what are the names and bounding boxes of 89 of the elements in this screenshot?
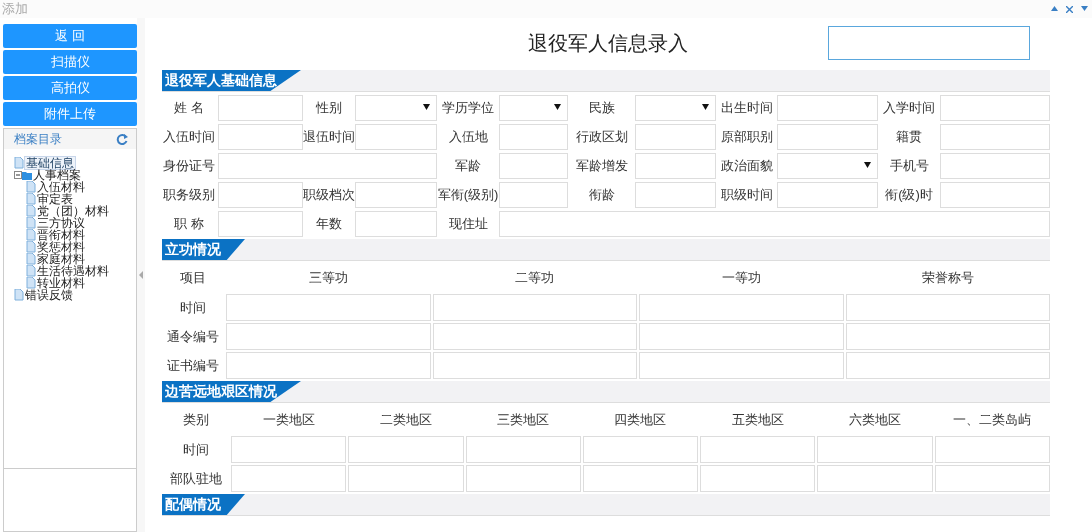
field-label: 行政区划 — [574, 128, 629, 147]
tree-item[interactable]: 错误反馈 — [24, 289, 74, 301]
file-icon — [26, 229, 36, 241]
close-icon[interactable] — [1066, 5, 1073, 13]
field-label: 入伍时间 — [162, 128, 216, 147]
column-header: 一等功 — [720, 268, 762, 287]
file-icon — [26, 193, 36, 205]
column-header: 五类地区 — [730, 410, 785, 429]
field-label: 衔龄 — [587, 186, 616, 205]
field-label: 原部职别 — [719, 128, 774, 147]
tree-item[interactable]: 基础信息 — [24, 156, 76, 170]
field-label: 职务级别 — [162, 186, 216, 205]
field-label: 职级档次 — [305, 186, 353, 205]
field-label: 入学时间 — [882, 99, 936, 118]
select-field[interactable] — [777, 153, 878, 179]
field-label: 入伍地 — [447, 128, 489, 147]
caret-icon[interactable] — [1081, 5, 1088, 11]
form-title: 退役军人信息录入 — [528, 31, 688, 56]
column-header: 荣誉称号 — [920, 268, 975, 287]
dropdown-icon[interactable] — [702, 104, 709, 110]
field-label: 衔(级)时 — [884, 186, 934, 205]
select-field[interactable] — [355, 95, 437, 121]
collapse-icon[interactable] — [1051, 5, 1058, 11]
file-icon — [26, 265, 36, 277]
tree-item[interactable]: 入伍材料 — [36, 181, 86, 193]
column-header: 六类地区 — [848, 410, 903, 429]
tree-item[interactable]: 奖惩材料 — [36, 241, 86, 253]
column-header: 四类地区 — [613, 410, 668, 429]
dropdown-icon[interactable] — [423, 104, 430, 110]
field-label: 学历学位 — [441, 99, 495, 118]
field-label: 身份证号 — [162, 157, 216, 176]
column-header: 三等功 — [307, 268, 349, 287]
select-field[interactable] — [499, 95, 568, 121]
row-label: 通令编号 — [166, 327, 220, 346]
row-label: 证书编号 — [166, 356, 220, 375]
row-label: 时间 — [179, 298, 207, 317]
column-header: 一、二类岛屿 — [952, 410, 1033, 429]
section-title: 立功情况 — [162, 239, 245, 260]
select-field[interactable] — [635, 95, 716, 121]
section-title: 配偶情况 — [162, 494, 245, 515]
tree-item[interactable]: 家庭材料 — [36, 253, 86, 265]
input-field[interactable] — [828, 26, 1030, 60]
field-label: 军龄 — [454, 157, 482, 176]
collapse-arrow-icon[interactable] — [139, 271, 143, 279]
field-label: 政治面貌 — [719, 157, 774, 176]
panel-title: 档案目录 — [14, 131, 62, 148]
grid-header: 类别 — [181, 410, 210, 429]
field-label: 籍贯 — [895, 128, 923, 147]
grid-header: 项目 — [179, 268, 207, 287]
field-label: 年数 — [315, 215, 343, 234]
tree-item[interactable]: 三方协议 — [36, 217, 86, 229]
refresh-icon[interactable] — [116, 133, 128, 145]
file-icon — [26, 205, 36, 217]
row-label: 部队驻地 — [168, 469, 223, 488]
row-label: 时间 — [181, 440, 210, 459]
section-title: 退役军人基础信息 — [162, 70, 301, 91]
file-icon — [26, 253, 36, 265]
column-header: 三类地区 — [496, 410, 551, 429]
field-label: 姓 名 — [173, 99, 205, 118]
field-label: 退伍时间 — [305, 128, 353, 147]
field-label: 军龄增发 — [574, 157, 629, 176]
file-icon — [26, 277, 36, 289]
tree-item[interactable]: 党（团）材料 — [36, 205, 110, 217]
file-icon — [26, 181, 36, 193]
tree-item[interactable]: 生活待遇材料 — [36, 265, 110, 277]
dropdown-icon[interactable] — [554, 104, 561, 110]
tree-item[interactable]: 转业材料 — [36, 277, 86, 289]
tree-item[interactable]: 人事档案 — [32, 169, 82, 181]
file-icon — [14, 289, 24, 301]
section-title: 边苦远地艰区情况 — [162, 381, 301, 402]
field-label: 出生时间 — [719, 99, 774, 118]
tree-item[interactable]: 审定表 — [36, 193, 74, 205]
column-header: 二类地区 — [378, 410, 433, 429]
column-header: 一类地区 — [261, 410, 316, 429]
window-title: 添加 — [2, 0, 28, 18]
field-label: 手机号 — [888, 157, 930, 176]
field-label: 民族 — [587, 99, 616, 118]
collapse-icon[interactable] — [14, 171, 22, 179]
folder-icon — [22, 169, 32, 181]
column-header: 二等功 — [514, 268, 556, 287]
field-label: 职 称 — [173, 215, 205, 234]
field-label: 现住址 — [447, 215, 489, 234]
field-label: 军衔(级别) — [439, 186, 497, 205]
tree-item[interactable]: 晋衔材料 — [36, 229, 86, 241]
dropdown-icon[interactable] — [864, 162, 871, 168]
file-icon — [26, 217, 36, 229]
field-label: 性别 — [315, 99, 343, 118]
field-label: 职级时间 — [719, 186, 774, 205]
file-icon — [26, 241, 36, 253]
